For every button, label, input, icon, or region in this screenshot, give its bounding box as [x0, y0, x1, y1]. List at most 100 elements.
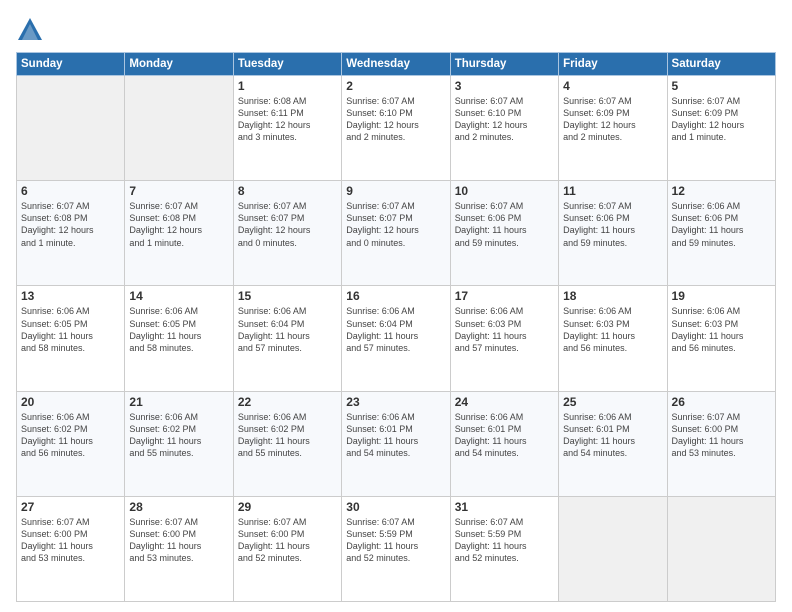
day-info: Sunrise: 6:07 AM Sunset: 6:00 PM Dayligh… [21, 516, 120, 565]
day-number: 27 [21, 500, 120, 514]
day-number: 29 [238, 500, 337, 514]
calendar-cell: 6 Sunrise: 6:07 AM Sunset: 6:08 PM Daylig… [17, 181, 125, 286]
page: SundayMondayTuesdayWednesdayThursdayFrid… [0, 0, 792, 612]
calendar-cell: 2 Sunrise: 6:07 AM Sunset: 6:10 PM Daylig… [342, 76, 450, 181]
day-info: Sunrise: 6:07 AM Sunset: 6:00 PM Dayligh… [238, 516, 337, 565]
day-info: Sunrise: 6:06 AM Sunset: 6:02 PM Dayligh… [21, 411, 120, 460]
calendar-cell: 23 Sunrise: 6:06 AM Sunset: 6:01 PM Dayli… [342, 391, 450, 496]
calendar-day-header: Friday [559, 53, 667, 76]
day-number: 4 [563, 79, 662, 93]
calendar-cell: 8Sunrise: 6:07 AM Sunset: 6:07 PM Daylig… [233, 181, 341, 286]
day-info: Sunrise: 6:06 AM Sunset: 6:02 PM Dayligh… [238, 411, 337, 460]
day-number: 12 [672, 184, 771, 198]
calendar-cell [667, 496, 775, 601]
calendar-cell: 18 Sunrise: 6:06 AM Sunset: 6:03 PM Dayli… [559, 286, 667, 391]
calendar-week-row: 27 Sunrise: 6:07 AM Sunset: 6:00 PM Dayli… [17, 496, 776, 601]
calendar-week-row: 13 Sunrise: 6:06 AM Sunset: 6:05 PM Dayli… [17, 286, 776, 391]
calendar-header-row: SundayMondayTuesdayWednesdayThursdayFrid… [17, 53, 776, 76]
day-number: 21 [129, 395, 228, 409]
calendar-cell: 27 Sunrise: 6:07 AM Sunset: 6:00 PM Dayli… [17, 496, 125, 601]
calendar-cell: 30 Sunrise: 6:07 AM Sunset: 5:59 PM Dayli… [342, 496, 450, 601]
calendar-cell: 14 Sunrise: 6:06 AM Sunset: 6:05 PM Dayli… [125, 286, 233, 391]
day-number: 23 [346, 395, 445, 409]
day-info: Sunrise: 6:07 AM Sunset: 5:59 PM Dayligh… [455, 516, 554, 565]
calendar-cell: 9Sunrise: 6:07 AM Sunset: 6:07 PM Daylig… [342, 181, 450, 286]
day-info: Sunrise: 6:07 AM Sunset: 6:00 PM Dayligh… [129, 516, 228, 565]
day-info: Sunrise: 6:07 AM Sunset: 6:07 PM Dayligh… [346, 200, 445, 249]
day-number: 25 [563, 395, 662, 409]
day-info: Sunrise: 6:06 AM Sunset: 6:01 PM Dayligh… [563, 411, 662, 460]
calendar-table: SundayMondayTuesdayWednesdayThursdayFrid… [16, 52, 776, 602]
calendar-day-header: Tuesday [233, 53, 341, 76]
logo-icon [16, 16, 44, 44]
calendar-cell: 10 Sunrise: 6:07 AM Sunset: 6:06 PM Dayli… [450, 181, 558, 286]
day-info: Sunrise: 6:07 AM Sunset: 6:10 PM Dayligh… [455, 95, 554, 144]
day-number: 8 [238, 184, 337, 198]
day-number: 10 [455, 184, 554, 198]
logo [16, 16, 46, 44]
calendar-cell: 22 Sunrise: 6:06 AM Sunset: 6:02 PM Dayli… [233, 391, 341, 496]
day-info: Sunrise: 6:07 AM Sunset: 5:59 PM Dayligh… [346, 516, 445, 565]
day-number: 14 [129, 289, 228, 303]
day-info: Sunrise: 6:06 AM Sunset: 6:03 PM Dayligh… [455, 305, 554, 354]
day-info: Sunrise: 6:07 AM Sunset: 6:09 PM Dayligh… [563, 95, 662, 144]
day-info: Sunrise: 6:07 AM Sunset: 6:06 PM Dayligh… [563, 200, 662, 249]
day-info: Sunrise: 6:07 AM Sunset: 6:00 PM Dayligh… [672, 411, 771, 460]
calendar-cell: 31 Sunrise: 6:07 AM Sunset: 5:59 PM Dayli… [450, 496, 558, 601]
day-number: 13 [21, 289, 120, 303]
calendar-cell [125, 76, 233, 181]
calendar-day-header: Sunday [17, 53, 125, 76]
calendar-day-header: Wednesday [342, 53, 450, 76]
day-number: 11 [563, 184, 662, 198]
calendar-cell: 7 Sunrise: 6:07 AM Sunset: 6:08 PM Daylig… [125, 181, 233, 286]
day-info: Sunrise: 6:08 AM Sunset: 6:11 PM Dayligh… [238, 95, 337, 144]
day-number: 31 [455, 500, 554, 514]
calendar-cell: 24Sunrise: 6:06 AM Sunset: 6:01 PM Dayli… [450, 391, 558, 496]
day-number: 3 [455, 79, 554, 93]
calendar-cell: 11 Sunrise: 6:07 AM Sunset: 6:06 PM Dayli… [559, 181, 667, 286]
calendar-cell: 29 Sunrise: 6:07 AM Sunset: 6:00 PM Dayli… [233, 496, 341, 601]
calendar-cell: 21 Sunrise: 6:06 AM Sunset: 6:02 PM Dayli… [125, 391, 233, 496]
calendar-cell: 13 Sunrise: 6:06 AM Sunset: 6:05 PM Dayli… [17, 286, 125, 391]
day-info: Sunrise: 6:06 AM Sunset: 6:05 PM Dayligh… [129, 305, 228, 354]
calendar-cell: 16 Sunrise: 6:06 AM Sunset: 6:04 PM Dayli… [342, 286, 450, 391]
calendar-cell: 25 Sunrise: 6:06 AM Sunset: 6:01 PM Dayli… [559, 391, 667, 496]
day-number: 2 [346, 79, 445, 93]
day-number: 26 [672, 395, 771, 409]
day-info: Sunrise: 6:06 AM Sunset: 6:06 PM Dayligh… [672, 200, 771, 249]
day-info: Sunrise: 6:06 AM Sunset: 6:02 PM Dayligh… [129, 411, 228, 460]
calendar-cell [559, 496, 667, 601]
day-number: 18 [563, 289, 662, 303]
day-info: Sunrise: 6:07 AM Sunset: 6:06 PM Dayligh… [455, 200, 554, 249]
calendar-day-header: Monday [125, 53, 233, 76]
day-info: Sunrise: 6:06 AM Sunset: 6:01 PM Dayligh… [346, 411, 445, 460]
calendar-cell: 15Sunrise: 6:06 AM Sunset: 6:04 PM Dayli… [233, 286, 341, 391]
day-number: 28 [129, 500, 228, 514]
day-number: 30 [346, 500, 445, 514]
calendar-week-row: 1Sunrise: 6:08 AM Sunset: 6:11 PM Daylig… [17, 76, 776, 181]
day-number: 19 [672, 289, 771, 303]
day-info: Sunrise: 6:07 AM Sunset: 6:08 PM Dayligh… [21, 200, 120, 249]
day-info: Sunrise: 6:06 AM Sunset: 6:05 PM Dayligh… [21, 305, 120, 354]
calendar-cell: 4 Sunrise: 6:07 AM Sunset: 6:09 PM Daylig… [559, 76, 667, 181]
day-number: 16 [346, 289, 445, 303]
day-number: 7 [129, 184, 228, 198]
day-info: Sunrise: 6:06 AM Sunset: 6:03 PM Dayligh… [563, 305, 662, 354]
calendar-cell: 19Sunrise: 6:06 AM Sunset: 6:03 PM Dayli… [667, 286, 775, 391]
calendar-week-row: 20 Sunrise: 6:06 AM Sunset: 6:02 PM Dayli… [17, 391, 776, 496]
day-number: 20 [21, 395, 120, 409]
day-info: Sunrise: 6:07 AM Sunset: 6:09 PM Dayligh… [672, 95, 771, 144]
day-number: 22 [238, 395, 337, 409]
day-number: 6 [21, 184, 120, 198]
calendar-cell: 5Sunrise: 6:07 AM Sunset: 6:09 PM Daylig… [667, 76, 775, 181]
calendar-cell: 3 Sunrise: 6:07 AM Sunset: 6:10 PM Daylig… [450, 76, 558, 181]
header [16, 16, 776, 44]
day-info: Sunrise: 6:06 AM Sunset: 6:04 PM Dayligh… [346, 305, 445, 354]
calendar-cell: 20 Sunrise: 6:06 AM Sunset: 6:02 PM Dayli… [17, 391, 125, 496]
day-info: Sunrise: 6:06 AM Sunset: 6:04 PM Dayligh… [238, 305, 337, 354]
calendar-cell: 12 Sunrise: 6:06 AM Sunset: 6:06 PM Dayli… [667, 181, 775, 286]
day-info: Sunrise: 6:07 AM Sunset: 6:10 PM Dayligh… [346, 95, 445, 144]
day-info: Sunrise: 6:07 AM Sunset: 6:08 PM Dayligh… [129, 200, 228, 249]
calendar-cell: 1Sunrise: 6:08 AM Sunset: 6:11 PM Daylig… [233, 76, 341, 181]
day-info: Sunrise: 6:06 AM Sunset: 6:01 PM Dayligh… [455, 411, 554, 460]
